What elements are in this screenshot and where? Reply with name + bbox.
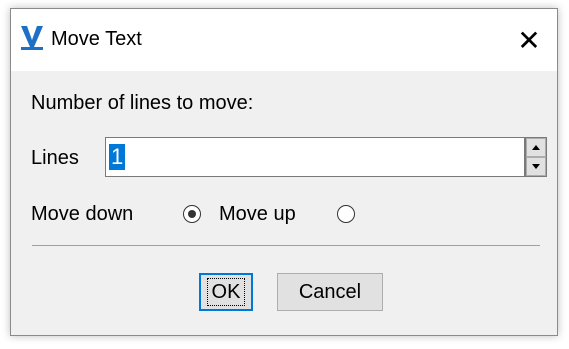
lines-spinner bbox=[525, 137, 547, 177]
move-up-radio[interactable] bbox=[337, 205, 355, 223]
arrow-down-icon bbox=[532, 164, 540, 169]
spinner-up-button[interactable] bbox=[526, 138, 546, 157]
cancel-button[interactable]: Cancel bbox=[277, 273, 383, 311]
lines-input[interactable]: 1 bbox=[105, 137, 525, 177]
window-title: Move Text bbox=[51, 28, 142, 50]
form-heading: Number of lines to move: bbox=[31, 92, 254, 114]
divider bbox=[32, 245, 540, 246]
spinner-down-button[interactable] bbox=[526, 157, 546, 176]
move-down-label: Move down bbox=[31, 203, 134, 225]
lines-label: Lines bbox=[31, 147, 79, 169]
move-up-label: Move up bbox=[219, 203, 296, 225]
close-button[interactable]: ✕ bbox=[501, 9, 557, 71]
cancel-button-label: Cancel bbox=[298, 280, 362, 303]
ok-button[interactable]: OK bbox=[199, 273, 253, 311]
title-bar[interactable]: Move Text ✕ bbox=[11, 9, 557, 71]
ok-button-label: OK bbox=[206, 278, 246, 306]
lines-input-value: 1 bbox=[109, 144, 126, 170]
arrow-up-icon bbox=[532, 145, 540, 150]
radio-selected-dot bbox=[187, 209, 196, 218]
app-logo-icon bbox=[19, 25, 45, 51]
close-icon: ✕ bbox=[517, 24, 541, 56]
move-text-dialog: Move Text ✕ Number of lines to move: Lin… bbox=[10, 8, 558, 336]
move-down-radio[interactable] bbox=[183, 205, 201, 223]
